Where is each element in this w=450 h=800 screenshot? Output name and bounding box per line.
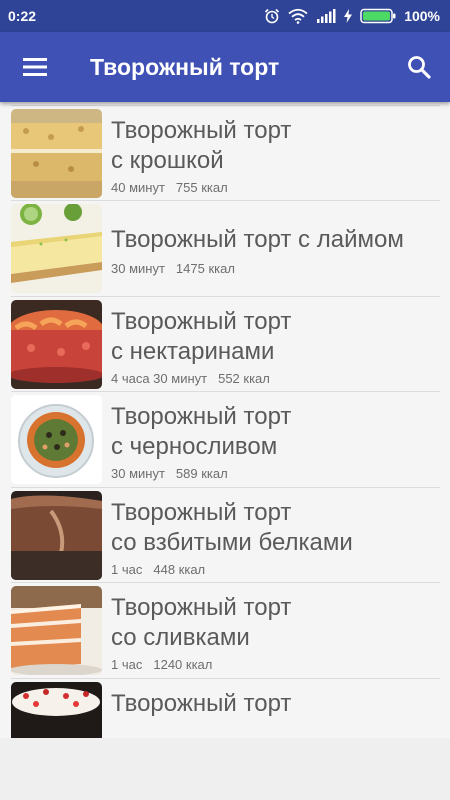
recipe-meta: 4 часа 30 минут 552 ккал [111, 371, 291, 386]
hamburger-menu-icon [23, 58, 47, 76]
recipe-text: Творожный торт со взбитыми белками 1 час… [111, 488, 353, 577]
recipe-image [11, 108, 102, 198]
recipe-time: 4 часа 30 минут [111, 370, 208, 386]
recipe-text: Творожный торт с нектаринами 4 часа 30 м… [111, 297, 291, 386]
app-bar: Творожный торт [0, 32, 450, 102]
list-item[interactable]: Творожный торт со взбитыми белками 1 час… [11, 488, 440, 583]
list-item[interactable]: Творожный торт с черносливом 30 минут 58… [11, 392, 440, 488]
list-item[interactable]: Творожный торт с лаймом 30 минут 1475 кк… [11, 201, 440, 297]
recipe-kcal: 589 ккал [175, 466, 228, 481]
recipe-title: Творожный торт с нектаринами [111, 307, 292, 365]
page-title: Творожный торт [90, 53, 280, 80]
recipe-text: Творожный торт с лаймом 30 минут 1475 кк… [111, 201, 404, 276]
recipe-time: 30 минут [111, 261, 165, 276]
recipe-kcal: 552 ккал [218, 370, 270, 386]
search-button[interactable] [388, 32, 450, 102]
alarm-icon [265, 8, 280, 24]
battery-percent: 100% [404, 8, 440, 24]
recipe-meta: 40 минут 755 ккал [111, 180, 291, 195]
status-time: 0:22 [8, 8, 37, 24]
recipe-kcal: 1240 ккал [153, 657, 213, 672]
recipe-list[interactable]: Творожный торт с крошкой 40 минут 755 кк… [0, 102, 450, 738]
list-item[interactable]: Творожный торт [11, 679, 440, 738]
recipe-image [11, 395, 102, 484]
recipe-meta: 1 час 1240 ккал [111, 657, 291, 672]
search-icon [408, 56, 431, 79]
recipe-image [11, 204, 102, 293]
recipe-title: Творожный торт со взбитыми белками [111, 498, 353, 556]
recipe-text: Творожный торт с черносливом 30 минут 58… [111, 392, 291, 481]
recipe-image [11, 299, 102, 389]
recipe-text: Творожный торт со сливками 1 час 1240 кк… [111, 583, 291, 672]
recipe-image [11, 490, 102, 580]
recipe-time: 1 час [111, 561, 143, 577]
recipe-image [11, 586, 102, 675]
status-bar: 0:22 100% [0, 0, 450, 32]
battery-charging-icon [360, 8, 396, 24]
charging-bolt-icon [344, 9, 353, 23]
recipe-title: Творожный торт [111, 689, 292, 717]
recipe-meta: 30 минут 589 ккал [111, 466, 291, 481]
recipe-kcal: 448 ккал [153, 561, 206, 577]
recipe-meta: 30 минут 1475 ккал [111, 261, 404, 276]
recipe-meta: 1 час 448 ккал [111, 562, 353, 577]
recipe-text: Творожный торт с крошкой 40 минут 755 кк… [111, 106, 291, 195]
recipe-title: Творожный торт с лаймом [111, 226, 404, 253]
recipe-time: 30 минут [111, 466, 165, 481]
wifi-icon [288, 8, 308, 24]
recipe-time: 1 час [111, 657, 143, 672]
recipe-image [11, 681, 102, 738]
list-item[interactable]: Творожный торт с крошкой 40 минут 755 кк… [11, 106, 440, 201]
recipe-kcal: 1475 ккал [175, 261, 235, 276]
recipe-title: Творожный торт со сливками [111, 594, 292, 651]
list-item[interactable]: Творожный торт с нектаринами 4 часа 30 м… [11, 297, 440, 392]
recipe-time: 40 минут [111, 179, 165, 195]
recipe-kcal: 755 ккал [175, 179, 228, 195]
recipe-title: Творожный торт с черносливом [111, 403, 292, 460]
recipe-text: Творожный торт [111, 679, 291, 719]
status-icons: 100% [264, 8, 440, 24]
signal-icon [317, 9, 336, 23]
list-item[interactable]: Творожный торт со сливками 1 час 1240 кк… [11, 583, 440, 679]
recipe-title: Творожный торт с крошкой [111, 116, 292, 174]
menu-button[interactable] [0, 32, 70, 102]
